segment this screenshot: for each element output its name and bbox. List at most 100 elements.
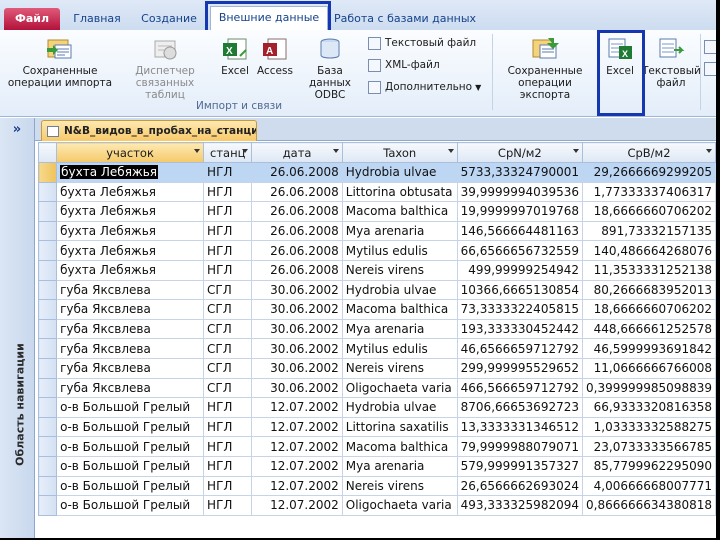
table-cell[interactable]: о-в Большой Грелый xyxy=(56,495,205,516)
table-cell[interactable]: 12.07.2002 xyxy=(251,416,343,438)
row-selector[interactable] xyxy=(38,299,58,320)
column-header-uchastok[interactable]: участок xyxy=(56,142,205,163)
table-cell[interactable]: 26.06.2008 xyxy=(251,181,343,203)
linked-table-manager-button[interactable]: Диспетчер связанных таблиц xyxy=(116,36,214,101)
row-selector[interactable] xyxy=(38,495,58,516)
table-cell[interactable]: 30.06.2002 xyxy=(251,279,343,301)
table-row[interactable]: о-в Большой Грелый НГЛ 12.07.2002 Oligochae… xyxy=(38,495,716,516)
row-selector[interactable] xyxy=(38,436,58,457)
table-cell[interactable]: Hydrobia ulvae xyxy=(341,279,458,301)
table-row[interactable]: бухта Лебяжья НГЛ 26.06.2008 Macoma balthic… xyxy=(38,201,716,222)
table-cell[interactable]: 30.06.2002 xyxy=(251,377,343,399)
table-cell[interactable]: 19,9999997019768 xyxy=(456,201,584,222)
column-header-cpb[interactable]: CpB/м2 xyxy=(582,142,716,163)
row-selector[interactable] xyxy=(38,455,58,477)
table-cell[interactable]: 18,6666660706202 xyxy=(582,299,716,320)
export-text-file-button[interactable]: Текстовый файл xyxy=(642,36,701,89)
table-cell[interactable]: о-в Большой Грелый xyxy=(56,475,205,497)
table-cell[interactable]: СГЛ xyxy=(203,338,253,359)
column-header-station[interactable]: станц xyxy=(203,142,253,163)
table-cell[interactable]: 12.07.2002 xyxy=(251,436,343,457)
table-cell[interactable]: 299,999995529652 xyxy=(456,357,584,379)
table-cell[interactable]: НГЛ xyxy=(203,220,253,242)
table-row[interactable]: бухта Лебяжья НГЛ 26.06.2008 Hydrobia ulvae… xyxy=(38,162,716,183)
table-cell[interactable]: Macoma balthica xyxy=(341,436,458,457)
nav-pane-toggle-button[interactable]: » xyxy=(0,118,34,142)
table-cell[interactable]: 4,00666668007771 xyxy=(582,475,716,497)
table-cell[interactable]: 26.06.2008 xyxy=(251,259,343,281)
table-cell[interactable]: Mya arenaria xyxy=(341,220,458,242)
table-cell[interactable]: 193,333330452442 xyxy=(456,318,584,340)
import-odbc-button[interactable]: База данных ODBC xyxy=(296,36,364,101)
table-row[interactable]: губа Яксвлева СГЛ 30.06.2002 Mytilus edulis… xyxy=(38,338,716,359)
sort-dropdown-icon[interactable] xyxy=(332,149,339,153)
table-cell[interactable]: Mya arenaria xyxy=(341,455,458,477)
table-row[interactable]: о-в Большой Грелый НГЛ 12.07.2002 Hydrobia … xyxy=(38,397,716,418)
table-cell[interactable]: Hydrobia ulvae xyxy=(341,397,458,418)
table-cell[interactable]: 466,566659712792 xyxy=(456,377,584,399)
table-cell[interactable]: о-в Большой Грелый xyxy=(56,436,205,457)
table-cell[interactable]: 73,3333322405815 xyxy=(456,299,584,320)
table-cell[interactable]: 579,999991357327 xyxy=(456,455,584,477)
table-cell[interactable]: 29,2666669299205 xyxy=(582,162,716,183)
import-access-button[interactable]: A Access xyxy=(256,36,294,77)
table-cell[interactable]: 891,73332157135 xyxy=(582,220,716,242)
table-cell[interactable]: бухта Лебяжья xyxy=(56,259,205,281)
table-cell[interactable]: НГЛ xyxy=(203,259,253,281)
table-cell[interactable]: губа Яксвлева xyxy=(56,377,205,399)
table-cell[interactable]: губа Яксвлева xyxy=(56,357,205,379)
row-selector[interactable] xyxy=(38,416,58,438)
table-cell[interactable]: 85,7799962295090 xyxy=(582,455,716,477)
sort-dropdown-icon[interactable] xyxy=(573,149,579,153)
table-row[interactable]: бухта Лебяжья НГЛ 26.06.2008 Mytilus edulis… xyxy=(38,240,716,261)
table-cell[interactable]: 23,0733333566785 xyxy=(582,436,716,457)
table-cell[interactable]: Mytilus edulis xyxy=(341,240,458,261)
saved-imports-button[interactable]: Сохраненные операции импорта xyxy=(6,36,114,89)
table-cell[interactable]: Nereis virens xyxy=(341,357,458,379)
table-cell[interactable]: 0,399999985098839 xyxy=(582,377,716,399)
row-selector[interactable] xyxy=(38,240,58,261)
table-row[interactable]: о-в Большой Грелый НГЛ 12.07.2002 Littorina… xyxy=(38,416,716,438)
table-cell[interactable]: НГЛ xyxy=(203,397,253,418)
table-cell[interactable]: 46,6566659712792 xyxy=(456,338,584,359)
table-cell[interactable]: 448,666661252578 xyxy=(582,318,716,340)
row-selector[interactable] xyxy=(38,475,58,497)
table-cell[interactable]: губа Яксвлева xyxy=(56,279,205,301)
row-selector[interactable] xyxy=(38,162,58,183)
table-cell[interactable]: бухта Лебяжья xyxy=(56,220,205,242)
column-header-cpn[interactable]: CpN/м2 xyxy=(456,142,584,163)
table-cell[interactable]: НГЛ xyxy=(203,436,253,457)
row-selector[interactable] xyxy=(38,377,58,399)
select-all-cell[interactable] xyxy=(38,142,58,163)
table-cell[interactable]: 26.06.2008 xyxy=(251,201,343,222)
nav-pane-label[interactable]: Область навигации xyxy=(14,335,27,475)
table-cell[interactable]: НГЛ xyxy=(203,240,253,261)
table-cell[interactable]: Mytilus edulis xyxy=(341,338,458,359)
table-cell[interactable]: 146,566664481163 xyxy=(456,220,584,242)
table-cell[interactable]: Littorina saxatilis xyxy=(341,416,458,438)
table-cell[interactable]: 30.06.2002 xyxy=(251,299,343,320)
table-cell[interactable]: 79,9999988079071 xyxy=(456,436,584,457)
table-cell[interactable]: 80,2666683952013 xyxy=(582,279,716,301)
row-selector[interactable] xyxy=(38,397,58,418)
table-row[interactable]: о-в Большой Грелый НГЛ 12.07.2002 Nereis vi… xyxy=(38,475,716,497)
table-cell[interactable]: 39,9999994039536 xyxy=(456,181,584,203)
row-selector[interactable] xyxy=(38,181,58,203)
table-cell[interactable]: 11,0666666766008 xyxy=(582,357,716,379)
table-cell[interactable]: губа Яксвлева xyxy=(56,318,205,340)
sort-dropdown-icon[interactable] xyxy=(447,149,454,153)
table-cell[interactable]: о-в Большой Грелый xyxy=(56,455,205,477)
tab-database-tools[interactable]: Работа с базами данных xyxy=(334,8,476,30)
table-cell[interactable]: Nereis virens xyxy=(341,475,458,497)
table-cell[interactable]: бухта Лебяжья xyxy=(56,201,205,222)
table-cell[interactable]: НГЛ xyxy=(203,181,253,203)
table-cell[interactable]: 30.06.2002 xyxy=(251,338,343,359)
table-cell[interactable]: 1,03333332588275 xyxy=(582,416,716,438)
table-cell[interactable]: НГЛ xyxy=(203,416,253,438)
table-cell[interactable]: НГЛ xyxy=(203,201,253,222)
table-cell[interactable]: 1,77333337406317 xyxy=(582,181,716,203)
table-cell[interactable]: бухта Лебяжья xyxy=(56,181,205,203)
table-cell[interactable]: 46,5999993691842 xyxy=(582,338,716,359)
table-cell[interactable]: 66,9333320816358 xyxy=(582,397,716,418)
table-cell[interactable]: 12.07.2002 xyxy=(251,397,343,418)
